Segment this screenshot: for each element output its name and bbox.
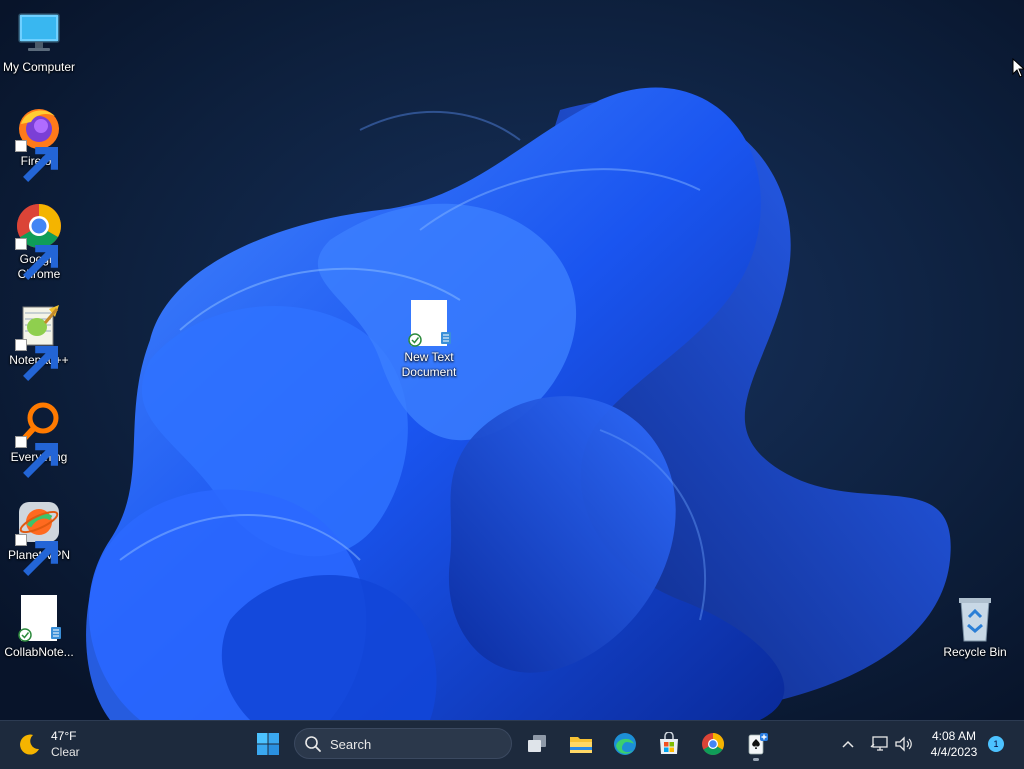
file-explorer-button[interactable] [565,728,597,760]
windows-logo-icon [257,733,279,755]
volume-control[interactable] [894,735,914,753]
text-file-icon [405,300,453,348]
everything-search-icon [15,400,63,478]
moon-icon [20,734,39,755]
task-view-icon [528,735,546,752]
desktop-icon-label: Recycle Bin [943,645,1007,659]
task-view-button[interactable] [521,728,553,760]
desktop-icon-everything[interactable]: Everything [1,400,77,478]
desktop-icon-firefox[interactable]: Firefox [1,104,77,182]
shortcut-arrow-icon [15,534,58,576]
monitor-icon [15,10,63,58]
show-hidden-icons-button[interactable] [838,736,858,752]
desktop-icon-label: My Computer [2,60,76,74]
edge-icon [614,733,636,755]
desktop-icon-label: New Text Document [401,350,457,379]
chrome-icon [15,202,63,280]
clock-date: 4/4/2023 [930,745,978,759]
chrome-taskbar-button[interactable] [697,728,729,760]
solitaire-icon [748,733,768,755]
planet-vpn-icon [15,498,63,576]
taskbar-clock[interactable]: 4:08 AM 4/4/2023 [920,728,988,760]
search-placeholder: Search [330,737,372,752]
shortcut-arrow-icon [15,436,58,478]
recycle-bin-icon [951,595,999,643]
desktop-icon-planet-vpn[interactable]: Planet VPN [1,498,77,576]
start-button[interactable] [252,728,284,760]
running-indicator [753,758,759,761]
network-status[interactable] [870,735,890,753]
chevron-up-icon [842,740,854,748]
notification-badge[interactable]: 1 [988,736,1004,752]
chrome-icon [702,733,724,755]
desktop-icon-notepadpp[interactable]: Notepad++ [1,303,77,381]
weather-condition: Clear [51,745,80,759]
desktop-icon-recycle-bin[interactable]: Recycle Bin [937,595,1013,660]
network-icon [870,736,888,751]
weather-widget[interactable]: 47°F Clear [16,728,96,760]
search-icon [305,736,321,752]
desktop-icon-new-text-document[interactable]: New Text Document [391,300,467,380]
mouse-cursor-icon [1012,58,1024,78]
notepadpp-icon [15,303,63,381]
edge-button[interactable] [609,728,641,760]
desktop-wallpaper [0,0,1024,720]
weather-temperature: 47°F [51,729,77,743]
solitaire-button[interactable] [741,728,773,760]
folder-icon [570,737,592,753]
speaker-icon [895,736,912,752]
shortcut-arrow-icon [15,140,58,182]
desktop-icon-collabnote[interactable]: CollabNote... [1,595,77,660]
firefox-icon [15,104,63,182]
clock-time: 4:08 AM [931,729,977,743]
store-icon [660,732,678,754]
shortcut-arrow-icon [15,339,58,381]
desktop-icon-my-computer[interactable]: My Computer [1,10,77,75]
desktop-icon-google-chrome[interactable]: Google Chrome [1,202,77,282]
shortcut-arrow-icon [15,238,58,280]
text-file-icon [15,595,63,643]
desktop-icon-label: CollabNote... [4,645,74,659]
taskbar-search[interactable]: Search [294,728,512,759]
microsoft-store-button[interactable] [653,728,685,760]
